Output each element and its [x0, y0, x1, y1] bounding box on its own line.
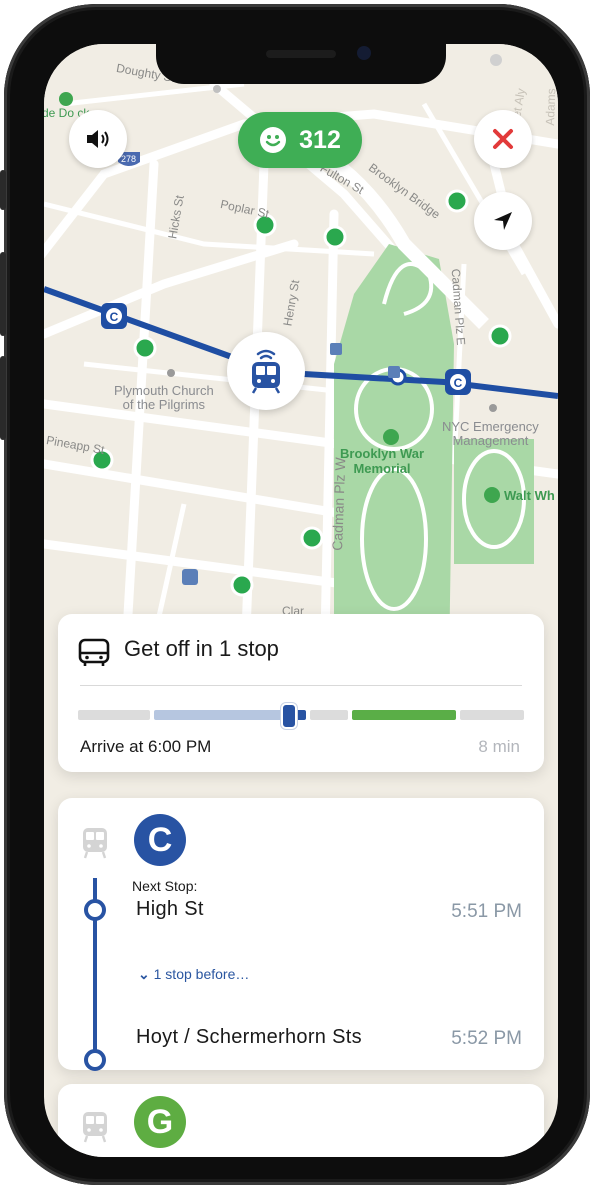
station-badge-c-west: C [110, 310, 119, 324]
smiley-icon [260, 127, 287, 153]
route-card-g[interactable]: G [58, 1084, 544, 1157]
earpiece [266, 50, 336, 58]
subway-car-icon [83, 1112, 107, 1143]
progress-marker [281, 703, 297, 729]
phone-screen: C C Doughty St de Do ck 278 Poplar St Fu… [44, 44, 558, 1157]
volume-down-button [0, 356, 6, 440]
card-divider [80, 685, 522, 686]
eta-minutes: 8 min [478, 737, 520, 756]
map-label-adams: Adams [543, 88, 558, 126]
bus-icon [78, 638, 110, 666]
arrival-time: Arrive at 6:00 PM [80, 737, 212, 756]
close-button[interactable] [474, 110, 532, 168]
line-badge-g: G [134, 1096, 186, 1148]
sound-button[interactable] [69, 110, 127, 168]
stop-time-high-st: 5:51 PM [451, 901, 522, 922]
subway-car-icon [83, 828, 107, 859]
next-stop-label: Next Stop: [132, 878, 198, 894]
close-icon [493, 129, 513, 149]
score-pill[interactable]: 312 [238, 112, 362, 168]
route-card-c[interactable]: C Next Stop: High St 5:51 PM ⌄ 1 stop be… [58, 798, 544, 1071]
map-label-nyc-em: NYC Emergency Management [442, 419, 539, 448]
vehicle-location-pin[interactable] [227, 332, 305, 410]
stop-time-hoyt: 5:52 PM [451, 1028, 522, 1049]
score-value: 312 [299, 125, 341, 154]
trip-status-title: Get off in 1 stop [124, 636, 279, 661]
locate-button[interactable] [474, 192, 532, 250]
line-badge-c: C [134, 814, 186, 866]
speaker-icon [87, 130, 109, 148]
progress-segment-past [78, 710, 150, 720]
navigation-arrow-icon [494, 212, 512, 230]
map-label-war-memorial: Brooklyn War Memorial [340, 446, 425, 476]
map-label-plymouth: Plymouth Church of the Pilgrims [114, 383, 214, 412]
front-camera [357, 46, 371, 60]
trip-progress-bar [78, 703, 524, 729]
progress-segment-traveled [154, 710, 286, 720]
map-label-walt: Walt Wh [504, 488, 555, 503]
stops-before-label: 1 stop before… [153, 966, 250, 982]
stop-name-hoyt: Hoyt / Schermerhorn Sts [136, 1026, 362, 1048]
chevron-down-icon: ⌄ [138, 966, 150, 982]
phone-notch [156, 40, 446, 84]
progress-segment-transfer [352, 710, 456, 720]
route-timeline [84, 878, 106, 1071]
progress-segment-gap [310, 710, 348, 720]
station-badge-c-east: C [454, 376, 463, 390]
mute-switch [0, 170, 6, 210]
trip-status-card[interactable]: Get off in 1 stop Arrive at 6:00 PM 8 mi… [58, 614, 544, 772]
volume-up-button [0, 252, 6, 336]
train-icon [251, 349, 281, 394]
interstate-label: 278 [121, 154, 137, 164]
expand-stops-toggle[interactable]: ⌄ 1 stop before… [138, 966, 249, 983]
stop-name-high-st: High St [136, 898, 204, 920]
progress-segment-remaining [460, 710, 524, 720]
